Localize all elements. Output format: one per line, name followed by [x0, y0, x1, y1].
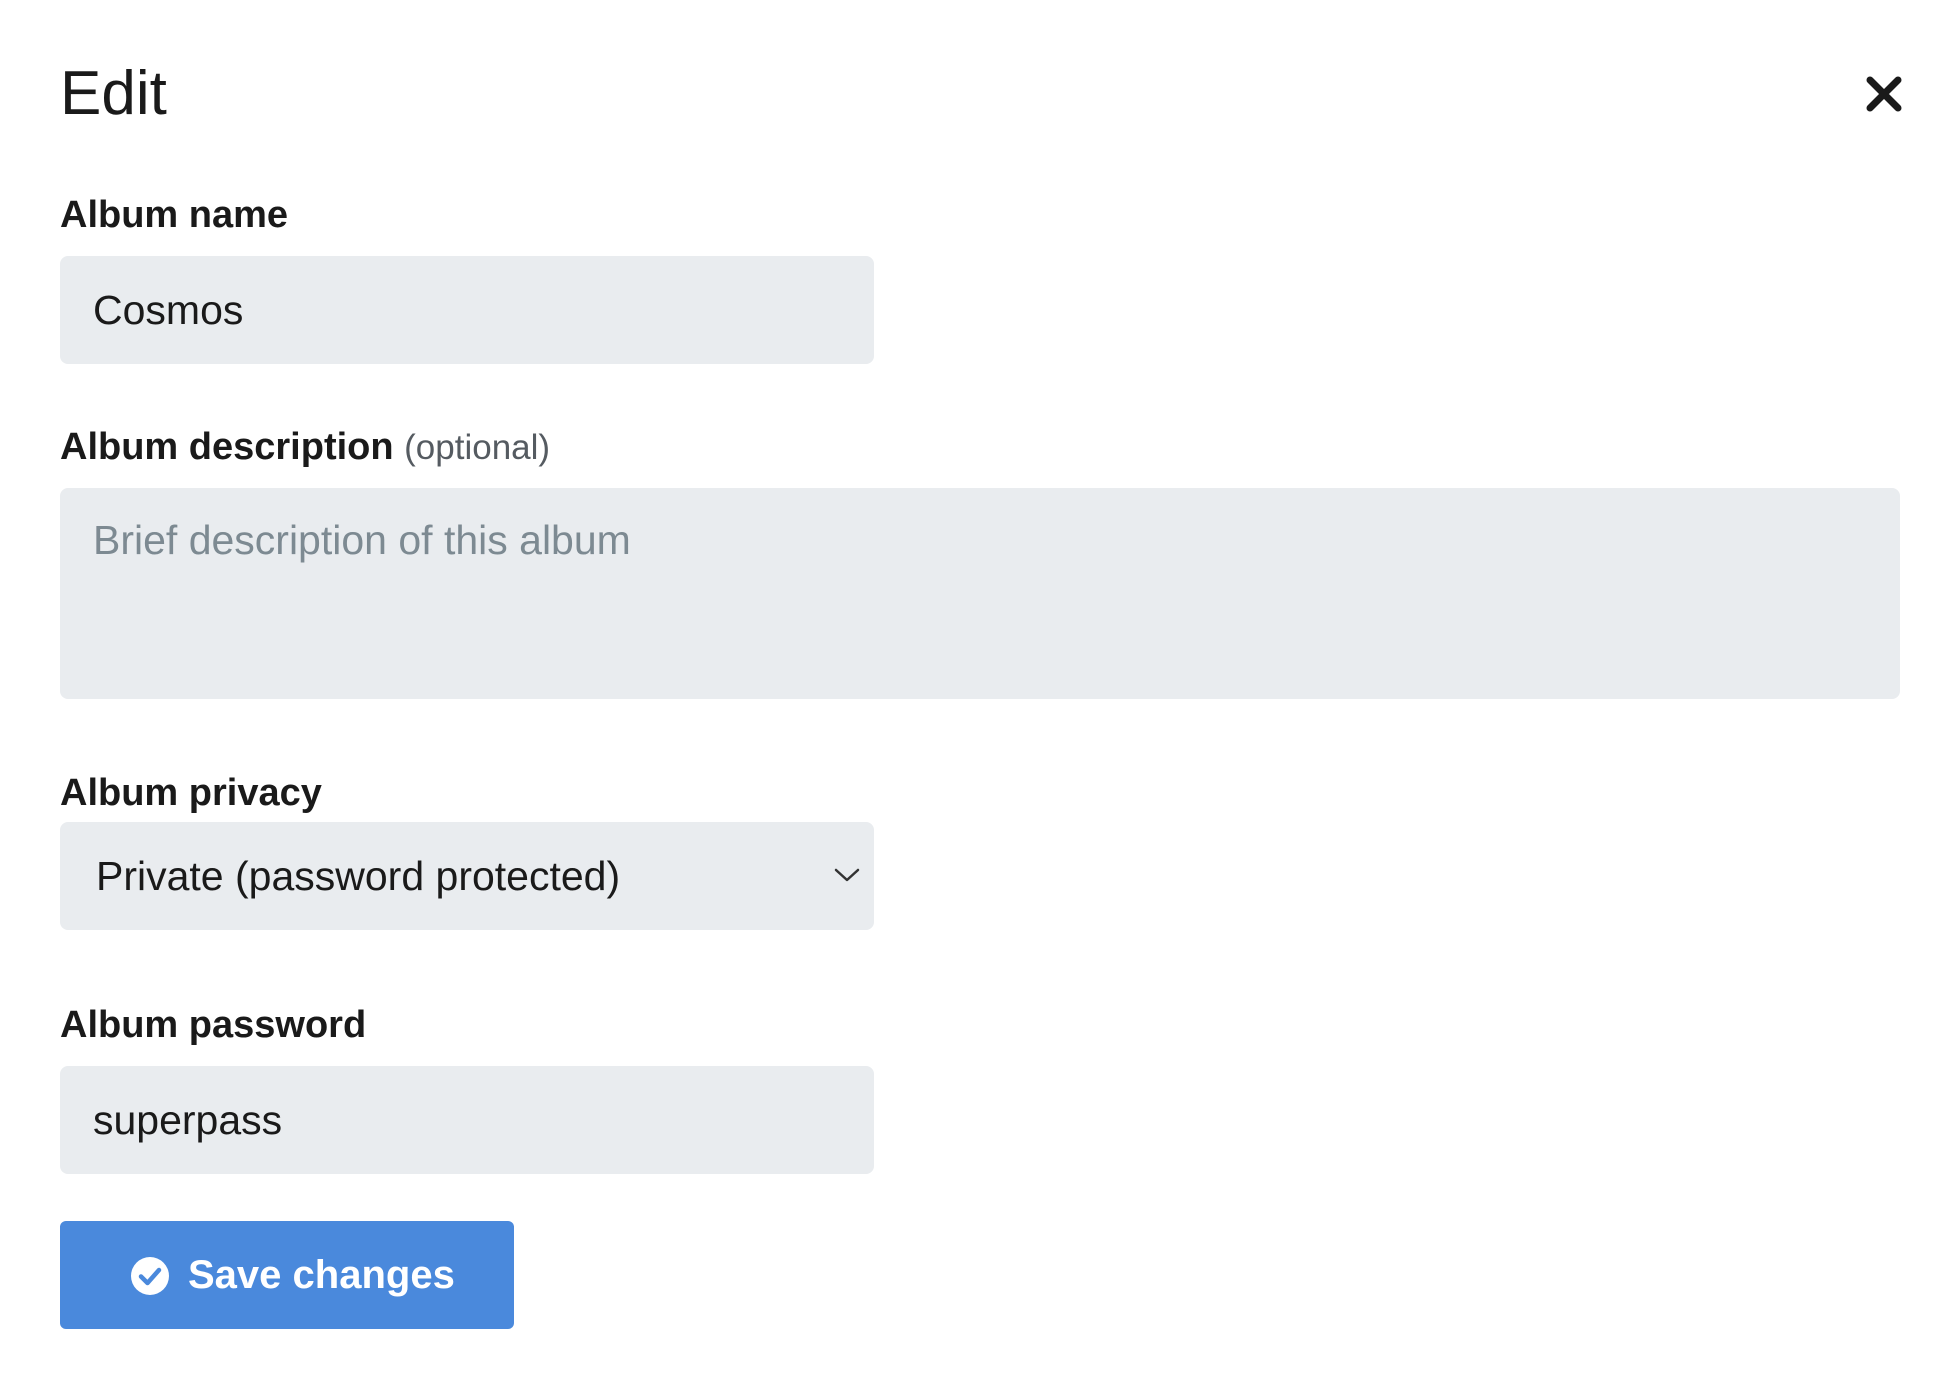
album-privacy-selected-value: Private (password protected) [96, 853, 621, 899]
close-button[interactable] [1862, 72, 1906, 116]
album-name-input[interactable] [60, 256, 874, 364]
album-name-label: Album name [60, 194, 289, 236]
save-changes-button[interactable]: Save changes [60, 1221, 514, 1329]
check-circle-icon [131, 1257, 169, 1295]
album-description-label-text: Album description [60, 426, 394, 468]
save-changes-label: Save changes [188, 1253, 455, 1297]
album-privacy-select[interactable]: Private (password protected) [60, 822, 874, 930]
chevron-down-icon [834, 868, 860, 882]
optional-hint: (optional) [404, 428, 551, 467]
dialog-title: Edit [60, 59, 167, 128]
album-privacy-label: Album privacy [60, 772, 322, 814]
edit-dialog: Edit Album name Album description (optio… [0, 0, 1948, 1382]
album-password-label: Album password [60, 1004, 367, 1046]
album-description-textarea[interactable] [60, 488, 1900, 699]
album-password-input[interactable] [60, 1066, 874, 1174]
close-icon [1866, 76, 1902, 112]
album-description-label: Album description (optional) [60, 424, 550, 471]
